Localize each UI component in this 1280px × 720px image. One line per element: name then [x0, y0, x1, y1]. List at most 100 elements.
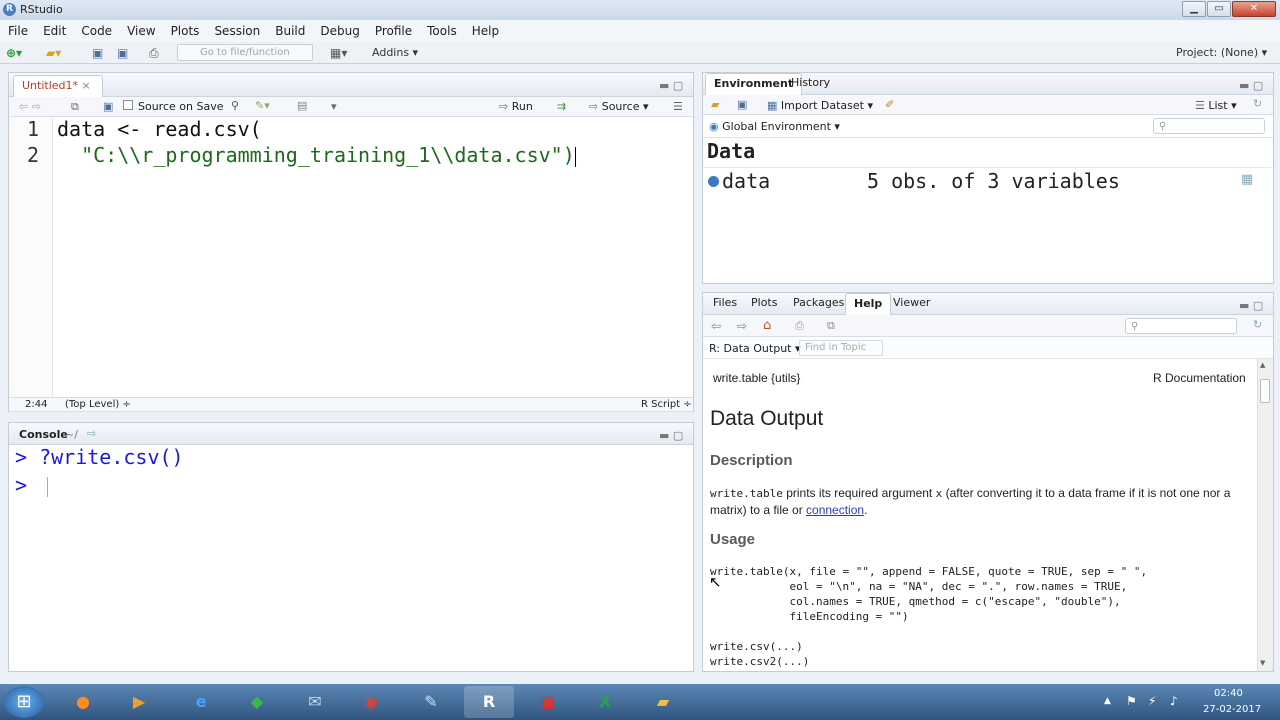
- code-tools-icon[interactable]: ✎▾: [255, 99, 270, 112]
- project-menu[interactable]: Project: (None) ▾: [1176, 46, 1267, 59]
- notepad-icon[interactable]: ✎: [406, 686, 456, 718]
- rstudio-taskbar-icon[interactable]: R: [464, 686, 514, 718]
- file-explorer-icon[interactable]: ▰: [638, 686, 688, 718]
- tab-untitled1[interactable]: Untitled1* ×: [13, 75, 103, 97]
- compile-report-icon[interactable]: ▤: [297, 99, 307, 112]
- tab-close-icon[interactable]: ×: [82, 79, 91, 92]
- refresh-help-icon[interactable]: ↻: [1253, 318, 1262, 331]
- forward-arrow-icon[interactable]: ⇨: [737, 319, 747, 333]
- broom-icon[interactable]: ✐: [885, 98, 894, 111]
- workspace-panes-icon[interactable]: ▦▾: [330, 46, 347, 60]
- menu-help[interactable]: Help: [472, 24, 499, 38]
- print-icon[interactable]: ⎙: [149, 46, 159, 61]
- tab-packages[interactable]: Packages: [785, 293, 852, 315]
- menu-tools[interactable]: Tools: [427, 24, 457, 38]
- maximize-console-icon[interactable]: ▬ ▢: [659, 429, 683, 442]
- editor-save-icon[interactable]: ▣: [103, 100, 113, 113]
- source-button[interactable]: ⇨ Source ▾: [589, 100, 649, 113]
- menu-debug[interactable]: Debug: [320, 24, 359, 38]
- expand-icon[interactable]: [708, 176, 719, 187]
- find-in-topic-input[interactable]: Find in Topic: [799, 340, 883, 356]
- menu-profile[interactable]: Profile: [375, 24, 412, 38]
- home-icon[interactable]: ⌂: [763, 318, 771, 333]
- save-all-icon[interactable]: ▣: [117, 46, 128, 60]
- scroll-down-icon[interactable]: ▼: [1260, 659, 1265, 667]
- power-icon[interactable]: ⚡: [1148, 694, 1156, 708]
- excel-icon[interactable]: X: [580, 686, 630, 718]
- scope-selector[interactable]: (Top Level) ÷: [65, 399, 131, 410]
- find-icon[interactable]: ⚲: [231, 99, 239, 112]
- minimize-env-icon[interactable]: ▬ ▢: [1239, 79, 1263, 92]
- print-help-icon[interactable]: ⎙: [795, 319, 804, 333]
- media-player-icon[interactable]: ▶: [114, 686, 164, 718]
- open-folder-icon[interactable]: ▰▾: [46, 46, 61, 60]
- code-line-2[interactable]: "C:\\r_programming_training_1\\data.csv"…: [57, 143, 576, 167]
- maximize-button[interactable]: ▭: [1207, 1, 1231, 17]
- addins-button[interactable]: Addins ▾: [372, 46, 418, 59]
- text-cursor: [574, 146, 576, 167]
- env-row-data[interactable]: data 5 obs. of 3 variables ▦: [703, 168, 1273, 194]
- console-prompt: >: [15, 445, 28, 469]
- save-workspace-icon[interactable]: ▣: [737, 98, 747, 111]
- scroll-thumb[interactable]: [1260, 379, 1270, 403]
- working-dir: ~/: [65, 428, 78, 441]
- import-dataset-button[interactable]: ▦ Import Dataset ▾: [767, 99, 873, 112]
- code-line-1[interactable]: data <- read.csv(: [57, 117, 262, 141]
- refresh-env-icon[interactable]: ↻: [1253, 97, 1262, 110]
- menu-session[interactable]: Session: [214, 24, 260, 38]
- jdownloader-icon[interactable]: ◆: [232, 686, 282, 718]
- menu-edit[interactable]: Edit: [43, 24, 66, 38]
- scroll-up-icon[interactable]: ▲: [1260, 361, 1265, 369]
- file-type-selector[interactable]: R Script ÷: [641, 399, 692, 410]
- rerun-icon[interactable]: ⇉: [557, 100, 566, 113]
- console-title[interactable]: Console: [19, 428, 68, 441]
- help-scrollbar[interactable]: ▲ ▼: [1257, 359, 1273, 671]
- go-to-file-input[interactable]: Go to file/function: [177, 44, 313, 61]
- minimize-pane-icon[interactable]: ▬ ▢: [659, 79, 683, 92]
- firefox-icon[interactable]: ●: [58, 686, 108, 718]
- tab-viewer[interactable]: Viewer: [885, 293, 938, 315]
- show-in-window-icon[interactable]: ⧉: [71, 100, 79, 114]
- console-input-line[interactable]: >: [15, 473, 49, 497]
- load-workspace-icon[interactable]: ▰: [711, 98, 719, 111]
- tab-history[interactable]: History: [783, 73, 838, 95]
- back-forward-icon[interactable]: ⇦ ⇨: [19, 100, 41, 113]
- env-search-input[interactable]: ⚲: [1153, 118, 1265, 134]
- connection-link[interactable]: connection: [806, 503, 864, 517]
- go-to-dir-icon[interactable]: ⇨: [87, 427, 96, 440]
- more-options-icon[interactable]: ▾: [331, 100, 337, 113]
- minimize-help-icon[interactable]: ▬ ▢: [1239, 299, 1263, 312]
- volume-icon[interactable]: ♪: [1170, 694, 1178, 708]
- menu-file[interactable]: File: [8, 24, 28, 38]
- tab-plots[interactable]: Plots: [743, 293, 785, 315]
- action-center-icon[interactable]: ⚑: [1126, 694, 1137, 708]
- save-icon[interactable]: ▣: [92, 46, 103, 60]
- rstudio-logo-icon: R: [3, 3, 16, 16]
- topic-selector[interactable]: R: Data Output ▾: [709, 342, 801, 355]
- internet-explorer-icon[interactable]: e: [176, 686, 226, 718]
- environment-selector[interactable]: ◉ Global Environment ▾: [709, 120, 840, 133]
- tab-files[interactable]: Files: [705, 293, 745, 315]
- start-button-icon[interactable]: ⊞: [4, 686, 44, 718]
- screen-recorder-icon[interactable]: ▣: [522, 686, 572, 718]
- show-hidden-icons[interactable]: ▲: [1104, 696, 1111, 706]
- view-table-icon[interactable]: ▦: [1241, 172, 1253, 187]
- new-file-icon[interactable]: ⊕▾: [6, 46, 22, 60]
- mail-icon[interactable]: ✉: [290, 686, 340, 718]
- menu-build[interactable]: Build: [275, 24, 305, 38]
- list-view-selector[interactable]: ☰ List ▾: [1195, 99, 1237, 112]
- source-on-save-checkbox[interactable]: [123, 100, 133, 110]
- menu-plots[interactable]: Plots: [171, 24, 200, 38]
- run-button[interactable]: ⇨ Run: [499, 100, 533, 113]
- menu-code[interactable]: Code: [81, 24, 112, 38]
- close-window-button[interactable]: ✕: [1232, 1, 1276, 17]
- menu-view[interactable]: View: [127, 24, 155, 38]
- clock-time[interactable]: 02:40: [1214, 688, 1243, 699]
- back-arrow-icon[interactable]: ⇦: [711, 319, 721, 333]
- help-search-input[interactable]: ⚲: [1125, 318, 1237, 334]
- clock-date[interactable]: 27-02-2017: [1203, 704, 1261, 715]
- minimize-button[interactable]: ▁: [1182, 1, 1206, 17]
- outline-icon[interactable]: ☰: [673, 100, 683, 113]
- chrome-icon[interactable]: ◉: [346, 686, 396, 718]
- show-in-window-icon[interactable]: ⧉: [827, 319, 835, 333]
